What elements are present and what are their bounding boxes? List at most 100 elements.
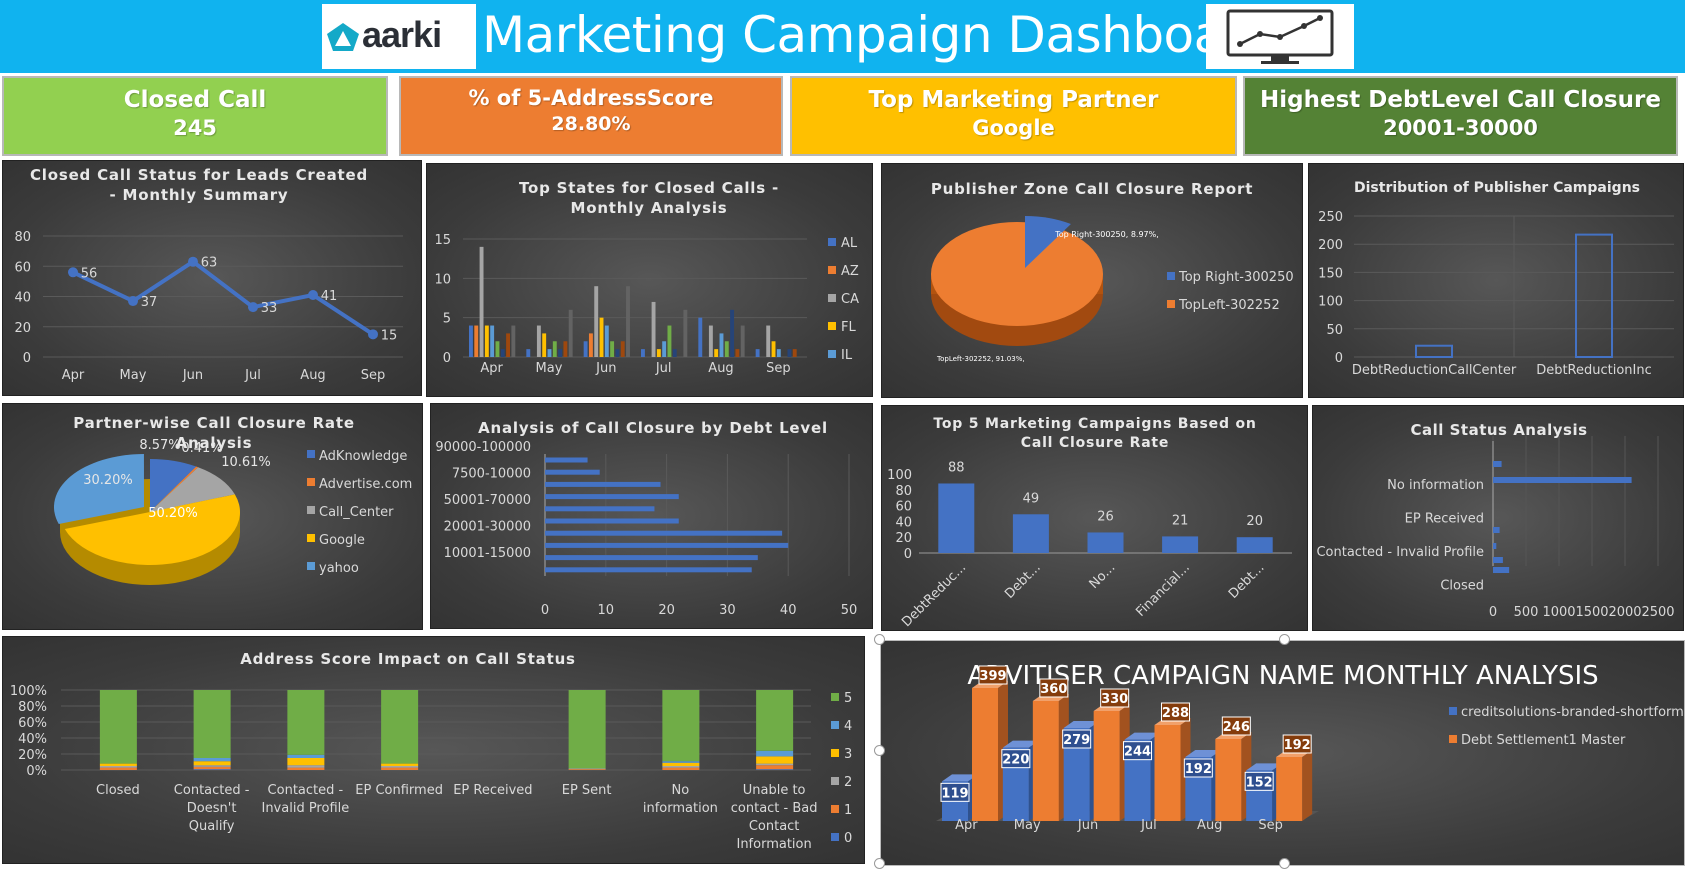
bar xyxy=(1154,725,1181,821)
data-label: 56 xyxy=(81,266,98,281)
x-tick-label: Contacted -Invalid Profile xyxy=(261,783,349,816)
data-label: 152 xyxy=(1246,775,1273,790)
kpi-highest-debt-level: Highest DebtLevel Call Closure 20001-300… xyxy=(1243,76,1678,156)
legend-swatch xyxy=(831,721,839,729)
bar xyxy=(479,246,484,357)
y-tick-label: 10 xyxy=(434,272,451,287)
legend-label: Top Right-300250 xyxy=(1178,270,1294,285)
bar xyxy=(474,325,479,357)
resize-handle[interactable] xyxy=(1279,634,1290,645)
bar xyxy=(787,349,792,357)
y-tick-label: 20% xyxy=(18,748,47,763)
data-point xyxy=(308,289,318,300)
bar xyxy=(672,349,677,357)
legend-swatch xyxy=(831,749,839,757)
kpi-value: 20001-30000 xyxy=(1383,116,1538,140)
data-label: 33 xyxy=(261,301,278,316)
legend-swatch xyxy=(828,322,836,330)
stacked-bar-segment xyxy=(756,769,794,770)
data-label: 288 xyxy=(1162,706,1189,721)
legend-label: AL xyxy=(841,236,858,251)
bar xyxy=(545,542,789,548)
data-label: 360 xyxy=(1040,682,1067,697)
bar xyxy=(545,555,758,561)
bar xyxy=(558,349,563,357)
stacked-bar-segment xyxy=(381,767,419,770)
legend-swatch xyxy=(831,777,839,785)
stacked-bar-segment xyxy=(99,690,137,764)
data-point xyxy=(128,296,138,307)
bar xyxy=(755,349,760,357)
legend-swatch xyxy=(307,506,315,514)
legend-label: Advertise.com xyxy=(319,477,412,492)
bar xyxy=(604,325,609,357)
data-label: 0.41% xyxy=(181,441,222,456)
data-label: 246 xyxy=(1223,720,1250,735)
bar xyxy=(972,688,998,821)
legend-label: TopLeft-302252 xyxy=(1178,298,1280,313)
y-tick-label: 0 xyxy=(23,351,31,366)
bar xyxy=(792,349,797,357)
bar xyxy=(1493,543,1497,549)
x-tick-label: Debt... xyxy=(1002,560,1044,602)
bar xyxy=(545,494,679,500)
x-tick-label: May xyxy=(1014,818,1041,833)
x-tick-label: Jun xyxy=(1077,818,1098,833)
bar xyxy=(719,333,724,357)
stacked-bar-segment xyxy=(568,768,606,770)
bar xyxy=(938,483,975,553)
bar xyxy=(1493,567,1510,573)
legend-label: 3 xyxy=(844,747,852,762)
y-tick-label: 0 xyxy=(443,351,451,366)
x-tick-label: May xyxy=(536,361,563,376)
aarki-logo-icon xyxy=(327,23,359,51)
x-tick-label: Sep xyxy=(361,368,386,383)
x-tick-label: Debt... xyxy=(1226,560,1268,602)
y-tick-label: No information xyxy=(1387,478,1484,493)
legend-label: IL xyxy=(841,348,853,363)
x-tick-label: 2500 xyxy=(1641,605,1674,620)
bar xyxy=(730,309,735,357)
data-label: 279 xyxy=(1063,733,1090,748)
x-tick-label: Financial... xyxy=(1133,560,1193,620)
y-tick-label: 80 xyxy=(14,230,31,245)
bar xyxy=(545,457,588,463)
y-tick-label: 0 xyxy=(904,547,912,562)
kpi-closed-call: Closed Call 245 xyxy=(2,76,388,156)
legend-label: 2 xyxy=(844,775,852,790)
resize-handle[interactable] xyxy=(1279,858,1290,869)
x-tick-label: Jul xyxy=(244,368,261,383)
data-label: 8.57% xyxy=(139,438,180,453)
top5-campaigns-bar-chart: Top 5 Marketing Campaigns Based on Call C… xyxy=(887,416,1292,630)
panel-address-score: Address Score Impact on Call Status 0% 20%… xyxy=(2,636,865,864)
x-tick-label: 20 xyxy=(658,603,675,618)
kpi-label: Closed Call xyxy=(123,87,267,113)
stacked-bar-segment xyxy=(662,767,700,770)
resize-handle[interactable] xyxy=(874,745,885,756)
bar xyxy=(667,325,672,357)
x-tick-label: May xyxy=(120,368,147,383)
legend-swatch xyxy=(831,833,839,841)
legend-swatch xyxy=(1167,300,1175,308)
legend-label: AZ xyxy=(841,264,859,279)
monitor-chart-icon xyxy=(1206,4,1354,69)
bar xyxy=(594,286,599,357)
y-tick-label: 80% xyxy=(18,700,47,715)
data-label: 119 xyxy=(941,786,968,801)
resize-handle[interactable] xyxy=(874,858,885,869)
bar xyxy=(698,317,703,357)
x-tick-label: Apr xyxy=(62,368,85,383)
stacked-bar-segment xyxy=(193,758,231,762)
legend-label: 5 xyxy=(844,691,852,706)
y-tick-label: 60 xyxy=(14,260,31,275)
bar xyxy=(545,481,661,487)
panel-advertiser-monthly[interactable]: ADVITISER CAMPAIGN NAME MONTHLY ANALYSIS… xyxy=(880,640,1685,866)
bar xyxy=(545,567,752,573)
stacked-bar-segment xyxy=(381,766,419,768)
legend-label: Debt Settlement1 Master xyxy=(1461,733,1626,748)
bar xyxy=(724,341,729,357)
stacked-bar-segment xyxy=(662,766,700,768)
stacked-bar-segment xyxy=(662,690,700,762)
resize-handle[interactable] xyxy=(874,634,885,645)
bar xyxy=(506,333,510,357)
